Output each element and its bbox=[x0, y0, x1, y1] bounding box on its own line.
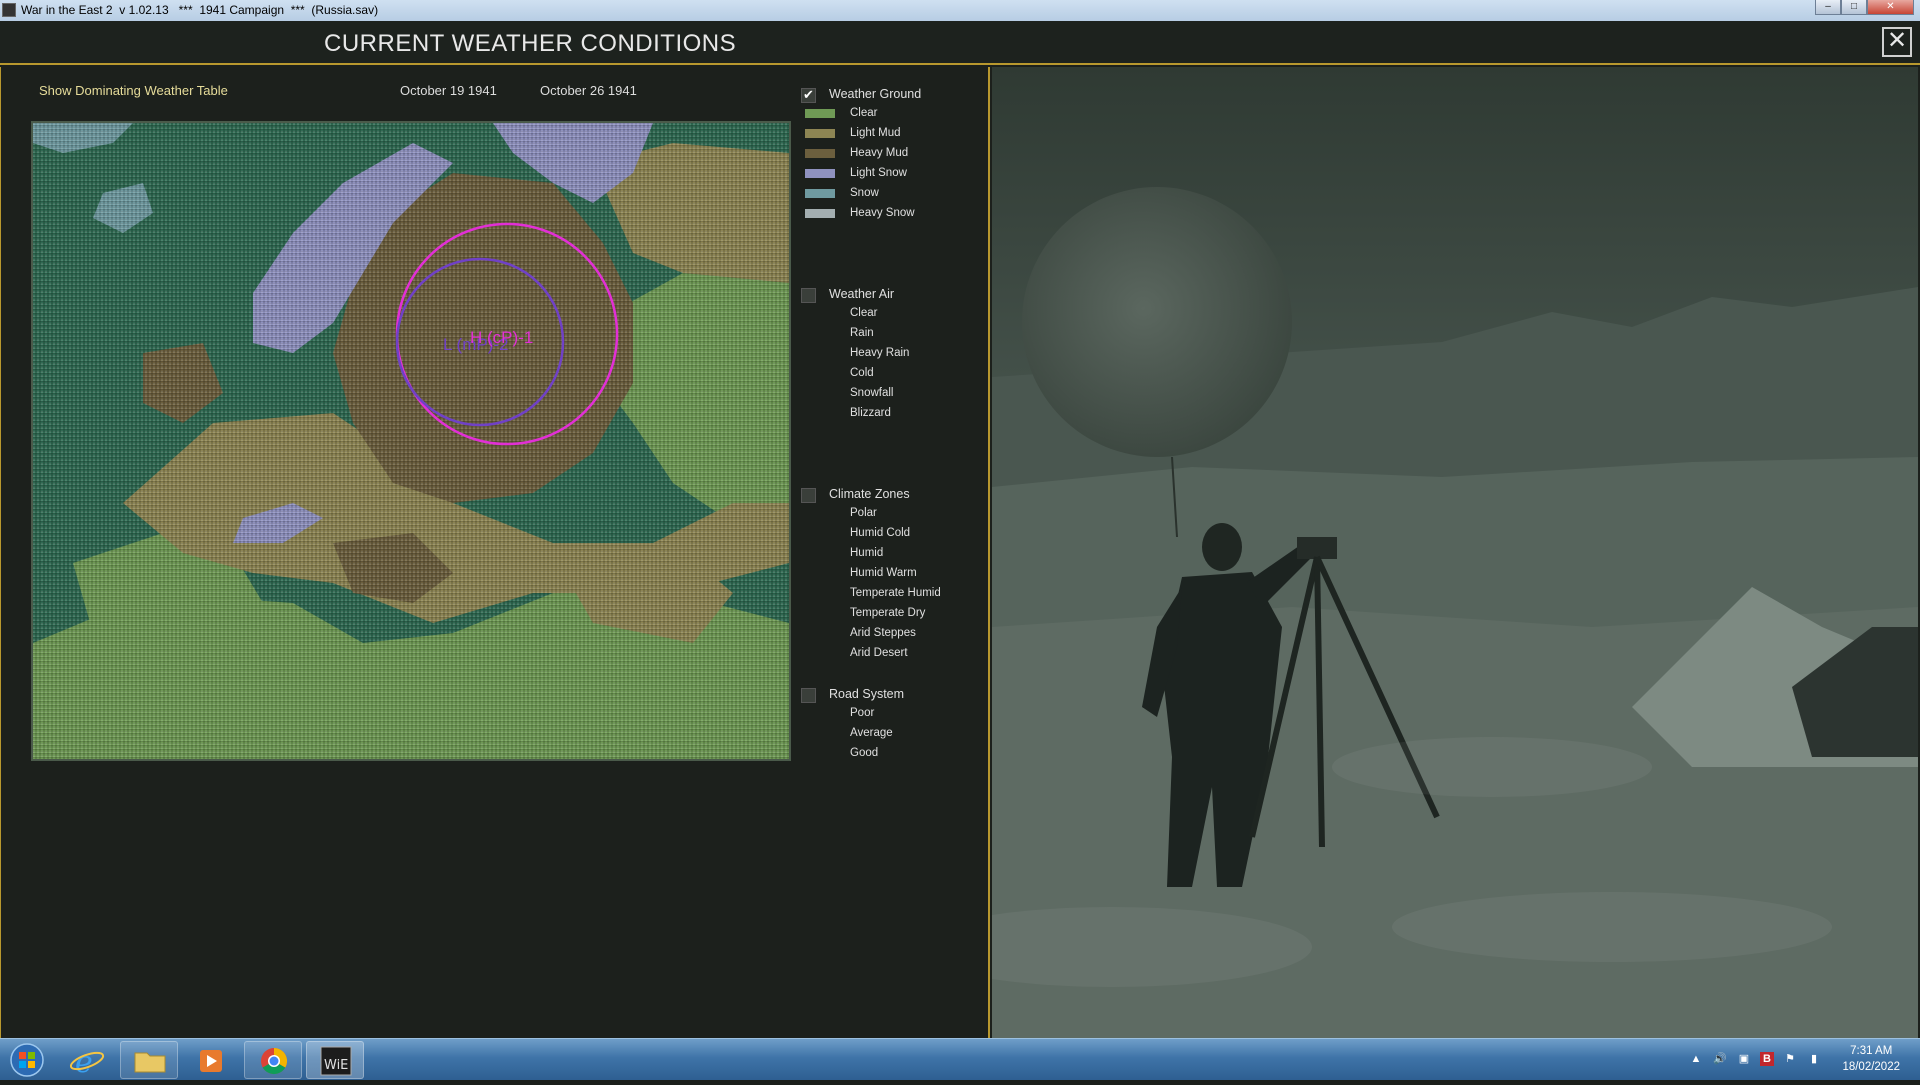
close-dialog-button[interactable]: ✕ bbox=[1882, 27, 1912, 57]
maximize-button[interactable]: □ bbox=[1841, 0, 1867, 15]
legend-item-heavy-mud: Heavy Mud bbox=[850, 147, 909, 159]
swatch-heavy-mud bbox=[805, 149, 835, 158]
svg-text:WiE: WiE bbox=[324, 1058, 348, 1073]
window-title: War in the East 2 v 1.02.13 *** 1941 Cam… bbox=[21, 3, 379, 17]
legend-item-light-snow: Light Snow bbox=[850, 167, 907, 179]
weather-ground-label: Weather Ground bbox=[829, 87, 922, 101]
europe-weather-map[interactable]: L (mP)-2 H (cP)-1 bbox=[33, 123, 789, 759]
climate-zones-checkbox[interactable] bbox=[801, 488, 816, 503]
start-button[interactable] bbox=[4, 1041, 50, 1079]
taskbar-file-explorer[interactable] bbox=[120, 1041, 178, 1079]
road-system-label: Road System bbox=[829, 687, 905, 701]
legend-item-blizzard: Blizzard bbox=[850, 407, 891, 419]
wite2-game-icon: WiE bbox=[320, 1046, 352, 1076]
window-titlebar: War in the East 2 v 1.02.13 *** 1941 Cam… bbox=[0, 0, 1920, 21]
legend-item-arid-steppes: Arid Steppes bbox=[850, 627, 916, 639]
network-icon[interactable]: ▣ bbox=[1737, 1052, 1751, 1066]
legend-item-humid: Humid bbox=[850, 547, 884, 559]
taskbar: e WiE ▲ 🔊 ▣ B ⚑ ▮ 7:31 AM 18/02/2022 bbox=[0, 1038, 1920, 1080]
svg-text:e: e bbox=[75, 1045, 93, 1079]
legend-item-light-mud: Light Mud bbox=[850, 127, 901, 139]
taskbar-media-player[interactable] bbox=[182, 1041, 240, 1079]
legend-item-poor: Poor bbox=[850, 707, 875, 719]
background-photo bbox=[992, 67, 1918, 1038]
legend-item-cold: Cold bbox=[850, 367, 874, 379]
clock-time: 7:31 AM bbox=[1850, 1045, 1893, 1057]
photo-balloon-surveyor bbox=[992, 67, 1918, 1038]
legend-item-snowfall: Snowfall bbox=[850, 387, 894, 399]
page-title: CURRENT WEATHER CONDITIONS bbox=[324, 30, 737, 57]
swatch-snow bbox=[805, 189, 835, 198]
climate-zones-label: Climate Zones bbox=[829, 487, 910, 501]
media-player-icon bbox=[200, 1050, 222, 1072]
legend-item-temperate-humid: Temperate Humid bbox=[850, 587, 941, 599]
taskbar-clock[interactable]: 7:31 AM 18/02/2022 bbox=[1842, 1043, 1900, 1075]
game-window: CURRENT WEATHER CONDITIONS ✕ Show Domina… bbox=[0, 21, 1920, 1038]
legend-item-snow: Snow bbox=[850, 187, 879, 199]
legend-item-good: Good bbox=[850, 747, 879, 759]
show-weather-table-button[interactable]: Show Dominating Weather Table bbox=[39, 83, 228, 98]
swatch-light-snow bbox=[805, 169, 835, 178]
legend-item-heavy-snow: Heavy Snow bbox=[850, 207, 915, 219]
folder-icon bbox=[134, 1052, 166, 1073]
show-hidden-icons[interactable]: ▲ bbox=[1689, 1052, 1703, 1066]
dialog-header: CURRENT WEATHER CONDITIONS ✕ bbox=[0, 21, 1920, 65]
legend-item-heavy-rain: Heavy Rain bbox=[850, 347, 910, 359]
legend-item-humid-warm: Humid Warm bbox=[850, 567, 917, 579]
legend-item-polar: Polar bbox=[850, 507, 877, 519]
high-pressure-label: H (cP)-1 bbox=[470, 328, 533, 347]
weather-air-checkbox[interactable] bbox=[801, 288, 816, 303]
swatch-heavy-snow bbox=[805, 209, 835, 218]
windows-orb-icon bbox=[10, 1043, 44, 1077]
b-icon[interactable]: B bbox=[1760, 1052, 1774, 1066]
legend-item-clear: Clear bbox=[850, 107, 878, 119]
weather-panel: Show Dominating Weather Table October 19… bbox=[0, 67, 990, 1038]
window-close-button[interactable]: ✕ bbox=[1867, 0, 1914, 15]
volume-icon[interactable]: 🔊 bbox=[1713, 1052, 1727, 1066]
legend-item-rain: Rain bbox=[850, 327, 874, 339]
taskbar-internet-explorer[interactable]: e bbox=[58, 1041, 116, 1080]
road-system-checkbox[interactable] bbox=[801, 688, 816, 703]
legend-item-arid-desert: Arid Desert bbox=[850, 647, 908, 659]
date-end: October 26 1941 bbox=[540, 83, 637, 98]
legend-item-humid-cold: Humid Cold bbox=[850, 527, 911, 539]
weather-map[interactable]: L (mP)-2 H (cP)-1 bbox=[31, 121, 791, 761]
taskbar-chrome[interactable] bbox=[244, 1041, 302, 1079]
swatch-light-mud bbox=[805, 129, 835, 138]
weather-air-label: Weather Air bbox=[829, 287, 895, 301]
signal-icon[interactable]: ▮ bbox=[1807, 1052, 1821, 1066]
legend-item-average: Average bbox=[850, 727, 893, 739]
swatch-clear bbox=[805, 109, 835, 118]
clock-date: 18/02/2022 bbox=[1842, 1061, 1900, 1073]
legend-item-temperate-dry: Temperate Dry bbox=[850, 607, 926, 619]
minimize-button[interactable]: – bbox=[1815, 0, 1841, 15]
internet-explorer-icon: e bbox=[69, 1045, 105, 1080]
legend-item-air-clear: Clear bbox=[850, 307, 878, 319]
app-icon bbox=[2, 3, 16, 17]
weather-ground-checkbox[interactable] bbox=[801, 87, 816, 103]
date-start: October 19 1941 bbox=[400, 83, 497, 98]
chrome-icon bbox=[261, 1047, 288, 1075]
flag-icon[interactable]: ⚑ bbox=[1783, 1052, 1797, 1066]
taskbar-war-in-the-east-2[interactable]: WiE bbox=[306, 1041, 364, 1079]
